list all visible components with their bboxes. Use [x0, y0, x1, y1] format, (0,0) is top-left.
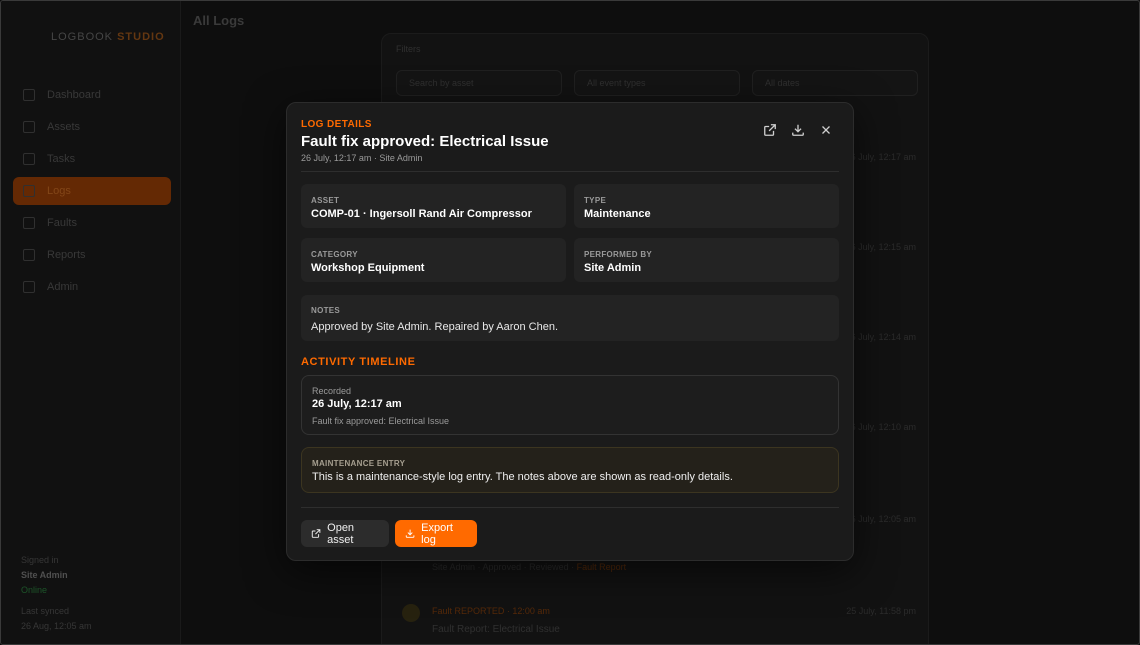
- footer-divider: [301, 507, 839, 508]
- external-link-icon: [311, 529, 321, 538]
- maintenance-entry-note: MAINTENANCE ENTRY This is a maintenance-…: [301, 447, 839, 493]
- modal-title: Fault fix approved: Electrical Issue: [301, 133, 549, 150]
- modal-subtitle: 26 July, 12:17 am · Site Admin: [301, 153, 423, 163]
- header-divider: [301, 171, 839, 172]
- open-asset-button[interactable]: Open asset: [301, 520, 389, 547]
- close-icon[interactable]: [819, 123, 833, 137]
- notes-card: NOTES Approved by Site Admin. Repaired b…: [301, 295, 839, 341]
- timeline-entry: Recorded 26 July, 12:17 am Fault fix app…: [301, 375, 839, 435]
- performed-by-card: PERFORMED BY Site Admin: [574, 238, 839, 282]
- timeline-date: 26 July, 12:17 am: [312, 398, 402, 410]
- asset-value: COMP-01 · Ingersoll Rand Air Compressor: [311, 208, 532, 220]
- notes-value: Approved by Site Admin. Repaired by Aaro…: [311, 321, 559, 333]
- timeline-description: Fault fix approved: Electrical Issue: [312, 416, 450, 426]
- app-window: LOGBOOK STUDIO Dashboard Assets Tasks Lo…: [0, 0, 1140, 645]
- category-value: Workshop Equipment: [311, 262, 425, 274]
- asset-card: ASSET COMP-01 · Ingersoll Rand Air Compr…: [301, 184, 566, 228]
- log-details-modal: LOG DETAILS Fault fix approved: Electric…: [286, 102, 854, 561]
- performed-by-value: Site Admin: [584, 262, 642, 274]
- type-card: TYPE Maintenance: [574, 184, 839, 228]
- timeline-title: ACTIVITY TIMELINE: [301, 356, 416, 368]
- download-icon: [405, 529, 415, 538]
- modal-header-actions: [763, 123, 833, 137]
- type-value: Maintenance: [584, 208, 651, 220]
- download-icon[interactable]: [791, 123, 805, 137]
- modal-eyebrow: LOG DETAILS: [301, 119, 372, 130]
- export-log-button[interactable]: Export log: [395, 520, 477, 547]
- category-card: CATEGORY Workshop Equipment: [301, 238, 566, 282]
- external-link-icon[interactable]: [763, 123, 777, 137]
